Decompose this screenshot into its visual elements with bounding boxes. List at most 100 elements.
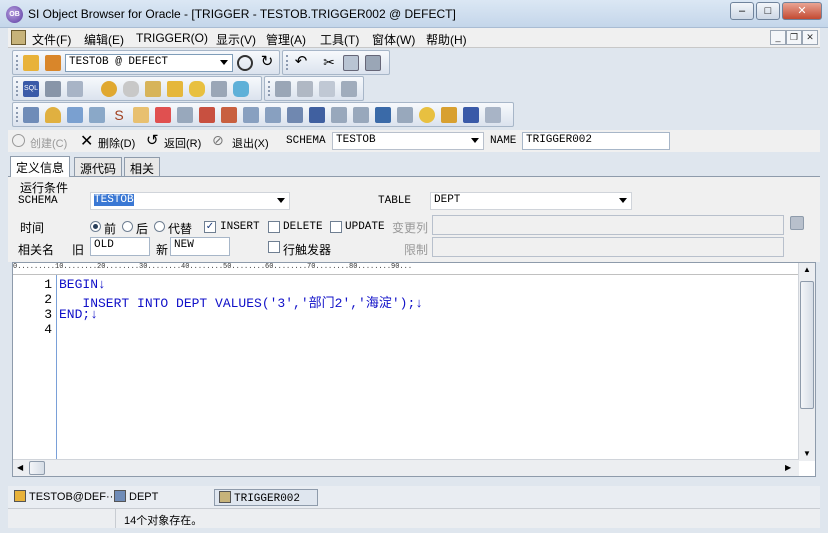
menu-edit[interactable]: 编辑(E) bbox=[84, 31, 124, 48]
row-trigger-checkbox[interactable] bbox=[268, 241, 280, 253]
horizontal-scroll-thumb[interactable] bbox=[29, 461, 45, 475]
minimize-button[interactable]: – bbox=[730, 2, 754, 20]
form-schema-select[interactable]: TESTOB bbox=[90, 192, 290, 210]
connection-select[interactable]: TESTOB @ DEFECT bbox=[65, 54, 233, 72]
cluster-icon[interactable] bbox=[309, 107, 325, 123]
update-checkbox[interactable] bbox=[330, 221, 342, 233]
timing-instead-radio[interactable] bbox=[154, 221, 165, 232]
copy-icon[interactable] bbox=[343, 55, 359, 71]
refresh-icon[interactable]: ↻ bbox=[259, 54, 275, 70]
trigger-list-icon[interactable] bbox=[221, 107, 237, 123]
window-icon[interactable] bbox=[67, 81, 83, 97]
timing-after-radio[interactable] bbox=[122, 221, 133, 232]
menu-view[interactable]: 显示(V) bbox=[216, 31, 256, 48]
export-icon[interactable] bbox=[233, 81, 249, 97]
copy-object-icon[interactable] bbox=[211, 81, 227, 97]
insert-checkbox[interactable]: ✓ bbox=[204, 221, 216, 233]
mview-icon[interactable] bbox=[287, 107, 303, 123]
view-icon[interactable] bbox=[89, 107, 105, 123]
exit-icon: ⊘ bbox=[212, 132, 224, 148]
scroll-right-icon[interactable]: ▶ bbox=[785, 463, 791, 472]
table-icon[interactable] bbox=[23, 107, 39, 123]
undo-icon[interactable]: ↶ bbox=[293, 54, 309, 70]
directory-icon[interactable] bbox=[485, 107, 501, 123]
scroll-down-icon[interactable]: ▼ bbox=[803, 449, 811, 458]
back-button[interactable]: 返回(R) bbox=[164, 135, 201, 151]
circle-icon[interactable] bbox=[237, 55, 253, 71]
menu-manage[interactable]: 管理(A) bbox=[266, 31, 306, 48]
menu-help[interactable]: 帮助(H) bbox=[426, 31, 467, 48]
vertical-scrollbar[interactable]: ▲ ▼ bbox=[798, 263, 815, 461]
name-input[interactable]: TRIGGER002 bbox=[522, 132, 670, 150]
mdi-restore-button[interactable]: ❐ bbox=[786, 30, 802, 45]
menu-tools[interactable]: 工具(T) bbox=[320, 31, 359, 48]
tool-1-icon[interactable] bbox=[275, 81, 291, 97]
menu-file[interactable]: 文件(F) bbox=[32, 31, 71, 48]
tab-related[interactable]: 相关 bbox=[124, 157, 161, 176]
disconnect-icon[interactable] bbox=[45, 55, 61, 71]
database-icon[interactable] bbox=[123, 81, 139, 97]
task-schema[interactable]: TESTOB@DEF··· bbox=[10, 489, 121, 506]
toolbar-objects: SQL bbox=[12, 76, 262, 101]
grid-icon[interactable] bbox=[375, 107, 391, 123]
link-icon[interactable] bbox=[353, 107, 369, 123]
role-icon[interactable] bbox=[145, 81, 161, 97]
procedure-icon[interactable] bbox=[155, 107, 171, 123]
lib-icon[interactable] bbox=[463, 107, 479, 123]
user-icon[interactable] bbox=[101, 81, 117, 97]
trigger-type-icon[interactable] bbox=[199, 107, 215, 123]
mdi-minimize-button[interactable]: _ bbox=[770, 30, 786, 45]
key-icon[interactable] bbox=[45, 107, 61, 123]
create-button[interactable]: 创建(C) bbox=[30, 135, 67, 151]
type-icon[interactable] bbox=[331, 107, 347, 123]
mdi-child-icon[interactable] bbox=[11, 30, 26, 45]
delete-button[interactable]: 删除(D) bbox=[98, 135, 135, 151]
scroll-left-icon[interactable]: ◀ bbox=[17, 463, 23, 472]
lock-icon[interactable] bbox=[167, 81, 183, 97]
synonym-icon[interactable] bbox=[243, 107, 259, 123]
table-select[interactable]: DEPT bbox=[430, 192, 632, 210]
delete-label: DELETE bbox=[283, 221, 323, 233]
package-icon[interactable] bbox=[133, 107, 149, 123]
vertical-scroll-thumb[interactable] bbox=[800, 281, 814, 409]
limit-input[interactable] bbox=[432, 237, 784, 257]
old-input[interactable]: OLD bbox=[90, 237, 150, 256]
library-icon[interactable] bbox=[397, 107, 413, 123]
java-icon[interactable] bbox=[441, 107, 457, 123]
paste-icon[interactable] bbox=[365, 55, 381, 71]
source-editor[interactable]: 0.........10........20........30........… bbox=[12, 262, 816, 477]
timing-before-radio[interactable] bbox=[90, 221, 101, 232]
connect-icon[interactable] bbox=[23, 55, 39, 71]
sequence-icon[interactable]: S bbox=[111, 107, 127, 123]
dblink-icon[interactable] bbox=[265, 107, 281, 123]
tool-2-icon[interactable] bbox=[297, 81, 313, 97]
delete-checkbox[interactable] bbox=[268, 221, 280, 233]
close-button[interactable]: ✕ bbox=[782, 2, 822, 20]
tool-3-icon[interactable] bbox=[319, 81, 335, 97]
horizontal-scrollbar[interactable]: ◀ ▶ bbox=[13, 459, 799, 476]
new-input[interactable]: NEW bbox=[170, 237, 230, 256]
scroll-up-icon[interactable]: ▲ bbox=[803, 265, 811, 274]
menu-trigger[interactable]: TRIGGER(O) bbox=[136, 31, 208, 45]
schema-icon[interactable] bbox=[45, 81, 61, 97]
tool-4-icon[interactable] bbox=[341, 81, 357, 97]
cylinder-icon[interactable] bbox=[189, 81, 205, 97]
exit-button[interactable]: 退出(X) bbox=[232, 135, 269, 151]
index-icon[interactable] bbox=[67, 107, 83, 123]
column-picker-icon[interactable] bbox=[790, 216, 804, 230]
task-dept[interactable]: DEPT bbox=[110, 489, 162, 506]
timing-before-label: 前 bbox=[104, 222, 117, 236]
menu-window[interactable]: 窗体(W) bbox=[372, 31, 415, 48]
schema-select[interactable]: TESTOB bbox=[332, 132, 484, 150]
cut-icon[interactable]: ✂ bbox=[321, 54, 337, 70]
mdi-close-button[interactable]: ✕ bbox=[802, 30, 818, 45]
change-col-input[interactable] bbox=[432, 215, 784, 235]
tab-definition[interactable]: 定义信息 bbox=[10, 156, 71, 177]
tab-source[interactable]: 源代码 bbox=[74, 157, 123, 176]
maximize-button[interactable]: □ bbox=[756, 2, 780, 20]
toolbar-edit: ↶ ✂ bbox=[282, 50, 390, 75]
function-icon[interactable] bbox=[177, 107, 193, 123]
job-icon[interactable] bbox=[419, 107, 435, 123]
task-trigger[interactable]: TRIGGER002 bbox=[214, 489, 318, 506]
sql-icon[interactable]: SQL bbox=[23, 81, 39, 97]
